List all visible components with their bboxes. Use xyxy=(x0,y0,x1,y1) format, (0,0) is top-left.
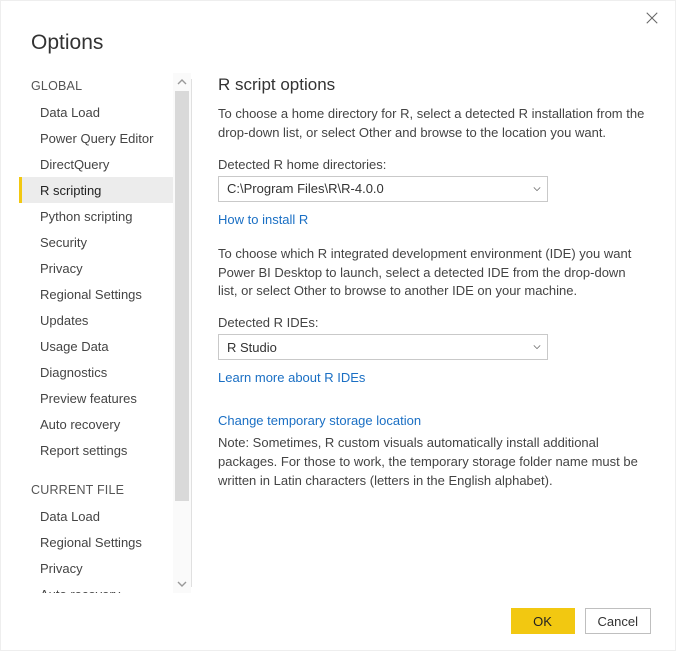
change-temp-storage-link[interactable]: Change temporary storage location xyxy=(218,413,421,428)
dialog-footer: OK Cancel xyxy=(511,608,651,634)
sidebar-item-report-settings[interactable]: Report settings xyxy=(19,437,173,463)
sidebar-item-privacy[interactable]: Privacy xyxy=(19,555,173,581)
content-pane: R script options To choose a home direct… xyxy=(192,73,675,593)
sidebar-item-preview-features[interactable]: Preview features xyxy=(19,385,173,411)
sidebar-item-data-load[interactable]: Data Load xyxy=(19,503,173,529)
options-dialog: Options GLOBALData LoadPower Query Edito… xyxy=(0,0,676,651)
r-home-value: C:\Program Files\R\R-4.0.0 xyxy=(227,181,384,196)
r-home-dropdown[interactable]: C:\Program Files\R\R-4.0.0 xyxy=(218,176,548,202)
chevron-down-icon xyxy=(177,579,187,589)
sidebar-item-data-load[interactable]: Data Load xyxy=(19,99,173,125)
sidebar-item-updates[interactable]: Updates xyxy=(19,307,173,333)
sidebar-scrollbar[interactable] xyxy=(173,73,191,593)
cancel-button[interactable]: Cancel xyxy=(585,608,651,634)
content-heading: R script options xyxy=(218,75,647,95)
scroll-up-button[interactable] xyxy=(173,73,191,91)
r-ide-value: R Studio xyxy=(227,340,277,355)
scrollbar-thumb[interactable] xyxy=(175,91,189,501)
ide-intro-text: To choose which R integrated development… xyxy=(218,245,647,302)
learn-more-r-ides-link[interactable]: Learn more about R IDEs xyxy=(218,370,365,385)
sidebar-item-r-scripting[interactable]: R scripting xyxy=(19,177,173,203)
r-home-label: Detected R home directories: xyxy=(218,157,647,172)
dialog-title: Options xyxy=(1,1,675,73)
chevron-down-icon xyxy=(533,343,541,351)
sidebar-item-auto-recovery[interactable]: Auto recovery xyxy=(19,581,173,593)
sidebar: GLOBALData LoadPower Query EditorDirectQ… xyxy=(19,73,173,593)
sidebar-item-regional-settings[interactable]: Regional Settings xyxy=(19,529,173,555)
r-ide-dropdown[interactable]: R Studio xyxy=(218,334,548,360)
intro-text: To choose a home directory for R, select… xyxy=(218,105,647,143)
sidebar-item-power-query-editor[interactable]: Power Query Editor xyxy=(19,125,173,151)
close-button[interactable] xyxy=(645,11,661,27)
sidebar-item-python-scripting[interactable]: Python scripting xyxy=(19,203,173,229)
how-to-install-r-link[interactable]: How to install R xyxy=(218,212,308,227)
sidebar-item-diagnostics[interactable]: Diagnostics xyxy=(19,359,173,385)
sidebar-item-regional-settings[interactable]: Regional Settings xyxy=(19,281,173,307)
sidebar-item-security[interactable]: Security xyxy=(19,229,173,255)
close-icon xyxy=(645,11,659,25)
chevron-up-icon xyxy=(177,77,187,87)
r-ide-label: Detected R IDEs: xyxy=(218,315,647,330)
note-text: Note: Sometimes, R custom visuals automa… xyxy=(218,434,647,491)
ok-button[interactable]: OK xyxy=(511,608,575,634)
sidebar-item-directquery[interactable]: DirectQuery xyxy=(19,151,173,177)
sidebar-wrap: GLOBALData LoadPower Query EditorDirectQ… xyxy=(19,73,191,593)
sidebar-item-usage-data[interactable]: Usage Data xyxy=(19,333,173,359)
sidebar-item-auto-recovery[interactable]: Auto recovery xyxy=(19,411,173,437)
sidebar-section-header: GLOBAL xyxy=(19,73,173,99)
dialog-body: GLOBALData LoadPower Query EditorDirectQ… xyxy=(1,73,675,593)
sidebar-item-privacy[interactable]: Privacy xyxy=(19,255,173,281)
sidebar-section-header: CURRENT FILE xyxy=(19,477,173,503)
chevron-down-icon xyxy=(533,185,541,193)
scroll-down-button[interactable] xyxy=(173,575,191,593)
